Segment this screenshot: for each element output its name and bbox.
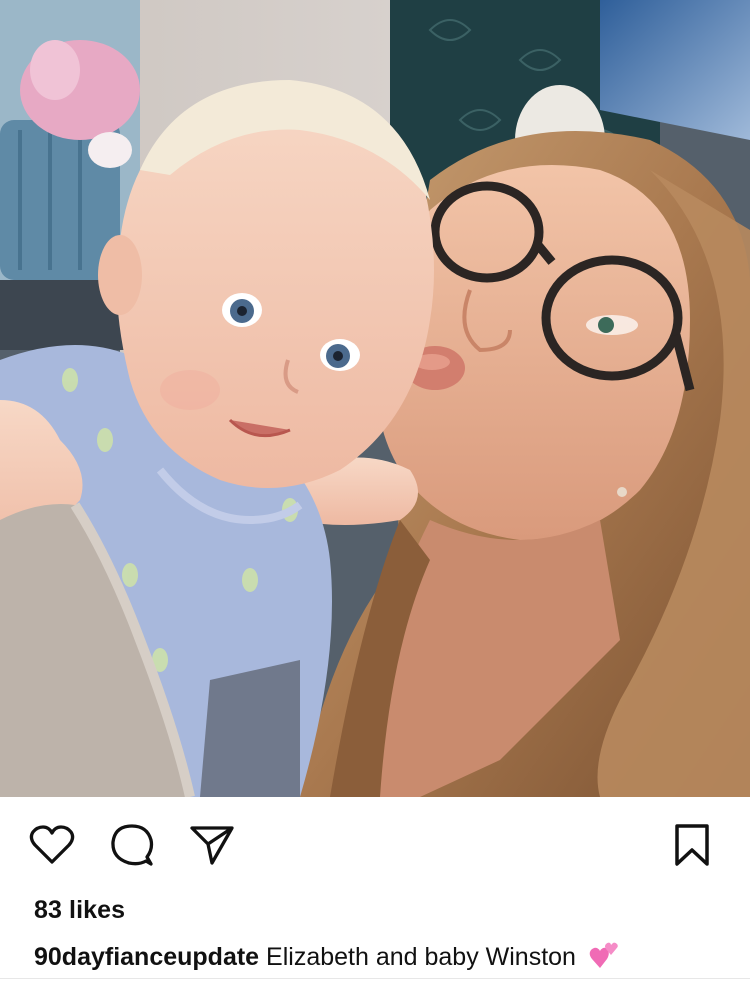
divider — [0, 978, 750, 979]
paper-plane-icon — [189, 824, 235, 866]
caption-username[interactable]: 90dayfianceupdate — [34, 943, 259, 971]
bookmark-icon — [672, 823, 712, 867]
instagram-post: 83 likes 90dayfianceupdate Elizabeth and… — [0, 0, 750, 985]
share-button[interactable] — [188, 825, 236, 865]
caption-text: Elizabeth and baby Winston — [266, 943, 576, 971]
two-hearts-emoji-icon — [589, 941, 619, 969]
comment-bubble-icon — [109, 823, 155, 867]
heart-outline-icon — [29, 825, 75, 865]
like-button[interactable] — [28, 825, 76, 865]
comment-button[interactable] — [108, 823, 156, 867]
post-action-bar — [0, 797, 750, 892]
post-caption: 90dayfianceupdate Elizabeth and baby Win… — [34, 940, 619, 974]
likes-count[interactable]: 83 likes — [34, 896, 125, 925]
post-photo[interactable] — [0, 0, 750, 797]
save-button[interactable] — [668, 823, 716, 867]
